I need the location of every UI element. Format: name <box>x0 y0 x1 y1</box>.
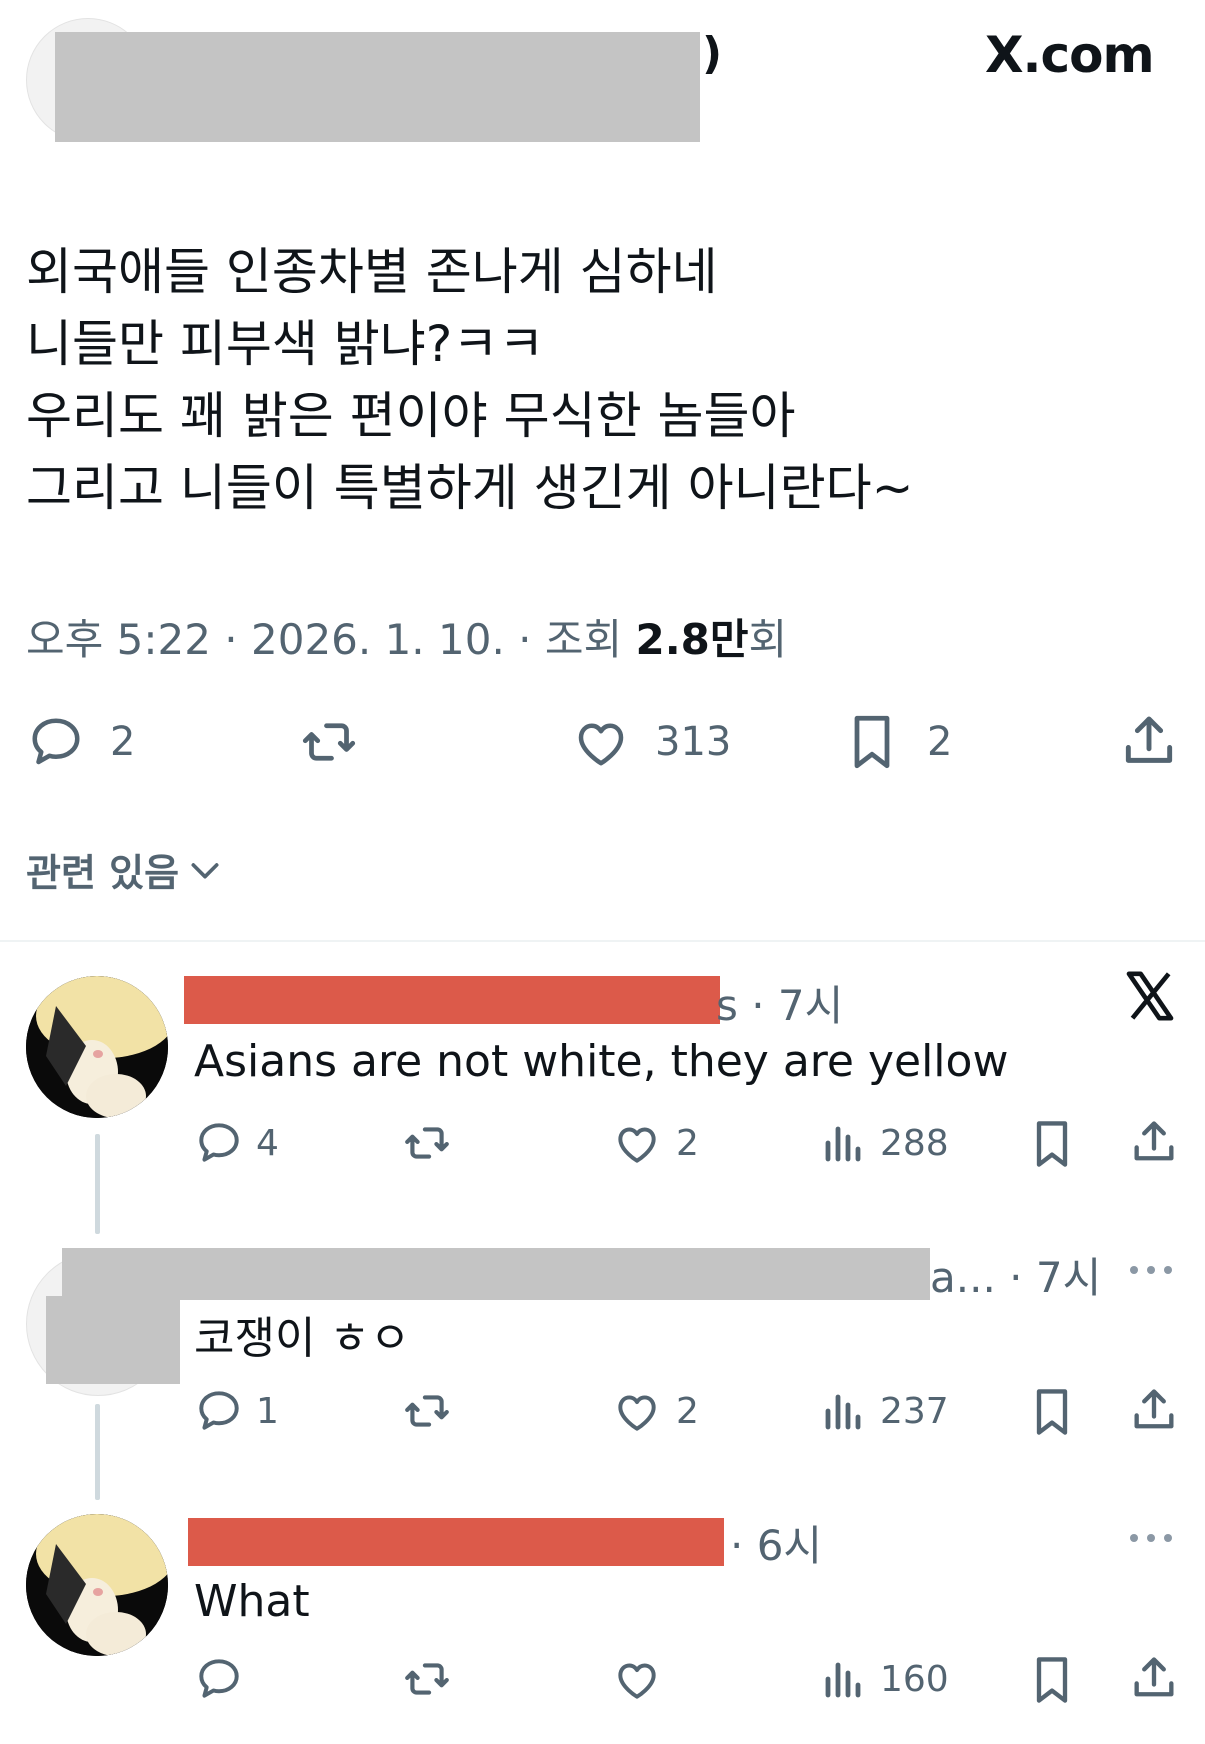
share-icon <box>1118 710 1180 772</box>
reply-text: Asians are not white, they are yellow <box>194 1036 1009 1087</box>
heart-icon <box>612 1118 662 1168</box>
views-count: 288 <box>880 1122 949 1164</box>
repost-button[interactable] <box>297 712 361 772</box>
repost-button[interactable] <box>400 1654 454 1704</box>
post-body: 외국애들 인종차별 존나게 심하네 니들만 피부색 밝냐?ㅋㅋ 우리도 꽤 밝은… <box>26 236 913 524</box>
repost-button[interactable] <box>400 1386 454 1436</box>
analytics-icon <box>822 1654 866 1704</box>
share-icon <box>1128 1384 1180 1436</box>
share-icon <box>1128 1116 1180 1168</box>
bookmark-button[interactable] <box>1030 1654 1074 1706</box>
thread-line <box>95 1404 100 1500</box>
reply-meta: s · 7시 <box>716 981 844 1030</box>
reply-meta: a... · 7시 <box>930 1253 1102 1302</box>
reply-text: What <box>194 1576 310 1627</box>
heart-icon <box>612 1386 662 1436</box>
repost-icon <box>400 1654 454 1704</box>
repost-icon <box>400 1118 454 1168</box>
reply-author-redaction <box>184 976 720 1024</box>
share-button[interactable] <box>1118 710 1180 772</box>
bookmark-icon <box>1030 1386 1074 1438</box>
reply-author-redaction <box>62 1248 930 1300</box>
views-count: 2.8만 <box>635 615 749 664</box>
views-button[interactable]: 237 <box>822 1386 949 1436</box>
reply-button[interactable]: 4 <box>194 1118 279 1168</box>
reply-avatar[interactable] <box>26 1514 168 1656</box>
views-count: 160 <box>880 1658 949 1700</box>
reply-button[interactable] <box>194 1654 244 1704</box>
reply-count: 1 <box>256 1390 279 1432</box>
post-line: 외국애들 인종차별 존나게 심하네 <box>26 243 718 301</box>
reply-count: 4 <box>256 1122 279 1164</box>
like-button[interactable] <box>612 1654 662 1704</box>
views-button[interactable]: 288 <box>822 1118 949 1168</box>
like-button[interactable]: 2 <box>612 1118 699 1168</box>
reply-text: 코쟁이 ㅎㅇ <box>194 1313 411 1364</box>
repost-icon <box>400 1386 454 1436</box>
author-redaction <box>55 32 700 142</box>
repost-icon <box>297 712 361 772</box>
bookmark-button[interactable]: 2 <box>845 712 952 772</box>
more-icon[interactable] <box>1128 1528 1174 1552</box>
reply-count: 2 <box>110 719 136 765</box>
post-timestamp: 오후 5:22 · 2026. 1. 10. · 조회 <box>26 615 636 664</box>
repost-button[interactable] <box>400 1118 454 1168</box>
bookmark-icon <box>1030 1654 1074 1706</box>
related-filter[interactable]: 관련 있음 <box>26 842 225 897</box>
reply-button[interactable]: 1 <box>194 1386 279 1436</box>
bookmark-icon <box>1030 1118 1074 1170</box>
post-meta: 오후 5:22 · 2026. 1. 10. · 조회 2.8만회 <box>26 606 787 667</box>
reply-avatar-redaction <box>46 1296 180 1384</box>
reply-avatar[interactable] <box>26 976 168 1118</box>
like-button[interactable]: 313 <box>571 712 731 772</box>
chevron-down-icon <box>185 850 225 890</box>
related-label: 관련 있음 <box>26 851 180 895</box>
bookmark-button[interactable] <box>1030 1118 1074 1170</box>
post-line: 우리도 꽤 밝은 편이야 무식한 놈들아 <box>26 387 796 445</box>
reply-icon <box>194 1654 244 1704</box>
more-icon[interactable] <box>1128 1260 1174 1284</box>
views-suffix: 회 <box>748 615 788 664</box>
reply-meta: · 6시 <box>730 1521 823 1570</box>
post-line: 그리고 니들이 특별하게 생긴게 아니란다~ <box>26 459 914 517</box>
thread-line <box>95 1134 100 1234</box>
like-count: 2 <box>676 1390 699 1432</box>
section-divider <box>0 940 1205 942</box>
heart-icon <box>571 712 631 772</box>
like-count: 313 <box>655 719 732 765</box>
views-count: 237 <box>880 1390 949 1432</box>
share-button[interactable] <box>1128 1652 1180 1704</box>
post-line: 니들만 피부색 밝냐?ㅋㅋ <box>26 315 545 373</box>
reply-author-redaction <box>188 1518 724 1566</box>
like-count: 2 <box>676 1122 699 1164</box>
reply-icon <box>194 1118 244 1168</box>
share-icon <box>1128 1652 1180 1704</box>
reply-icon <box>26 712 86 772</box>
analytics-icon <box>822 1118 866 1168</box>
x-close-icon[interactable] <box>1122 968 1178 1028</box>
x-logo: X.com <box>985 26 1155 84</box>
bookmark-button[interactable] <box>1030 1386 1074 1438</box>
reply-button[interactable]: 2 <box>26 712 135 772</box>
analytics-icon <box>822 1386 866 1436</box>
author-name-tail: ) <box>702 28 723 79</box>
share-button[interactable] <box>1128 1116 1180 1168</box>
bookmark-count: 2 <box>927 719 953 765</box>
heart-icon <box>612 1654 662 1704</box>
share-button[interactable] <box>1128 1384 1180 1436</box>
like-button[interactable]: 2 <box>612 1386 699 1436</box>
views-button[interactable]: 160 <box>822 1654 949 1704</box>
bookmark-icon <box>845 712 899 772</box>
reply-icon <box>194 1386 244 1436</box>
